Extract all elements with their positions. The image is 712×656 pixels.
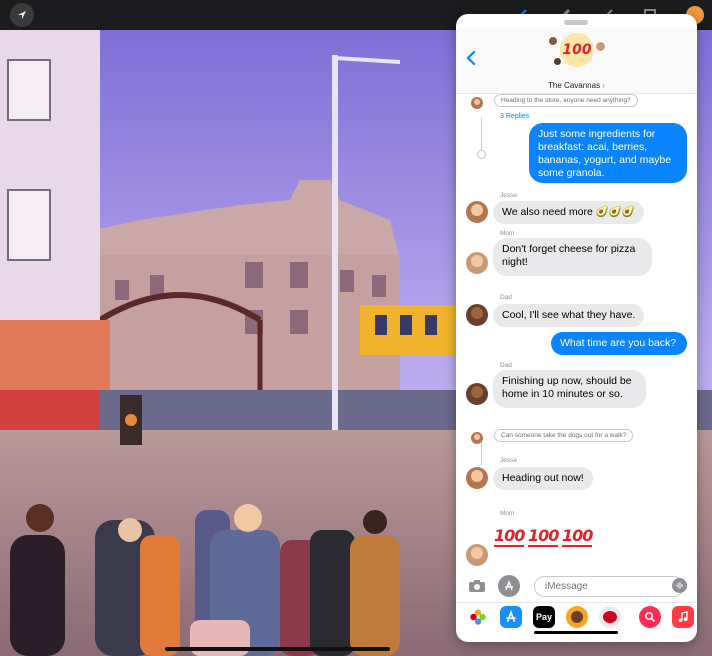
group-name[interactable]: The Cavannas ›: [456, 81, 697, 90]
apple-pay-label: Pay: [535, 612, 552, 622]
sender-name: Jesse: [500, 457, 517, 464]
message-line: night!: [502, 256, 528, 268]
group-name-label: The Cavannas: [548, 81, 601, 90]
avatar: [466, 544, 488, 566]
back-chevron-icon[interactable]: [465, 50, 477, 66]
message-bubble-sent[interactable]: What time are you back?: [551, 332, 687, 355]
apple-pay-icon[interactable]: Pay: [533, 606, 555, 628]
message-line: bananas, yogurt, and maybe: [538, 154, 672, 166]
replies-link[interactable]: 3 Replies: [500, 113, 529, 120]
app-store-icon[interactable]: [498, 575, 520, 597]
message-text: What time are you back?: [560, 337, 677, 349]
sender-name: Mom: [500, 230, 515, 237]
memoji-icon[interactable]: [566, 606, 588, 628]
sender-name: Mom: [500, 510, 515, 517]
reply-thread-line: [481, 118, 482, 152]
avatar: [466, 467, 488, 489]
message-bubble-received[interactable]: Finishing up now, should be home in 10 m…: [493, 370, 646, 408]
message-bubble-received[interactable]: We also need more 🥑🥑🥑: [493, 201, 644, 224]
app-drawer: Pay: [456, 602, 697, 630]
hundred-emoji-icon: 100: [494, 526, 525, 547]
navigation-icon[interactable]: [10, 3, 34, 27]
sender-name: Jesse: [500, 192, 517, 199]
avatar: [466, 304, 488, 326]
messages-panel: 100 The Cavannas › Heading to the store,…: [456, 14, 697, 642]
member-avatar: [548, 36, 558, 46]
hundred-emoji-icon: 100: [562, 526, 593, 547]
hundred-emoji[interactable]: 100: [494, 526, 525, 547]
message-text: Cool, I'll see what they have.: [502, 309, 636, 321]
conversation-header: 100 The Cavannas ›: [456, 28, 697, 94]
hundred-emoji[interactable]: 100: [528, 526, 559, 547]
avatar: [466, 383, 488, 405]
panel-home-indicator: [534, 631, 618, 634]
member-avatar: [595, 41, 606, 52]
group-avatar[interactable]: 100: [560, 33, 594, 67]
hundred-emoji-icon: 100: [562, 42, 592, 58]
message-line: Finishing up now, should be: [502, 375, 632, 387]
message-text: We also need more 🥑🥑🥑: [502, 206, 635, 218]
message-line: breakfast: acai, berries,: [538, 141, 648, 153]
compose-bar: [456, 574, 697, 604]
home-indicator: [165, 647, 390, 651]
music-icon[interactable]: [672, 606, 694, 628]
app-store-icon[interactable]: [500, 606, 522, 628]
message-bubble-received[interactable]: Don't forget cheese for pizza night!: [493, 238, 652, 276]
photos-app-icon[interactable]: [467, 606, 489, 628]
chevron-right-icon: ›: [602, 81, 605, 90]
message-input[interactable]: [534, 576, 684, 597]
message-bubble-received[interactable]: Cool, I'll see what they have.: [493, 304, 645, 327]
hundred-emoji-icon: 100: [528, 526, 559, 547]
audio-message-icon[interactable]: [672, 578, 687, 593]
avatar: [466, 201, 488, 223]
avatar: [471, 97, 483, 109]
message-line: home in 10 minutes or so.: [502, 388, 623, 400]
hundred-emoji[interactable]: 100: [562, 526, 593, 547]
camera-icon[interactable]: [466, 575, 488, 597]
avatar: [471, 432, 483, 444]
message-thread[interactable]: Heading to the store, anyone need anythi…: [456, 94, 697, 574]
message-text: Heading out now!: [502, 472, 584, 484]
message-bubble-sent[interactable]: Just some ingredients for breakfast: aca…: [529, 123, 687, 183]
images-search-icon[interactable]: [639, 606, 661, 628]
message-bubble-received[interactable]: Heading out now!: [493, 467, 593, 490]
sender-name: Dad: [500, 294, 512, 301]
message-line: some granola.: [538, 167, 605, 179]
reply-quote[interactable]: Heading to the store, anyone need anythi…: [494, 94, 638, 107]
reply-quote[interactable]: Can someone take the dogs out for a walk…: [494, 429, 634, 442]
reply-thread-line: [481, 441, 482, 465]
avatar: [466, 252, 488, 274]
sender-name: Dad: [500, 362, 512, 369]
panel-grabber[interactable]: [564, 20, 588, 25]
message-line: Just some ingredients for: [538, 128, 656, 140]
member-avatar: [553, 57, 562, 66]
message-line: Don't forget cheese for pizza: [502, 243, 636, 255]
animoji-icon[interactable]: [599, 606, 621, 628]
reply-thread-dot: [477, 150, 486, 159]
